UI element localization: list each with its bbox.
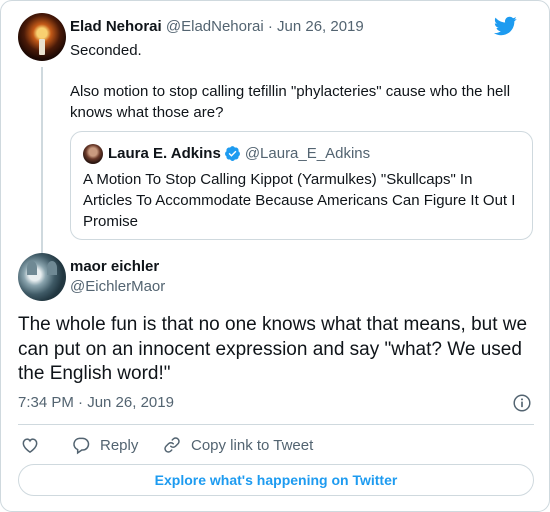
main-tweet-text: The whole fun is that no one knows what … xyxy=(18,314,528,384)
explore-button[interactable]: Explore what's happening on Twitter xyxy=(18,464,534,496)
quoted-tweet[interactable]: Laura E. Adkins @Laura_E_Adkins A Motion… xyxy=(70,131,533,240)
verified-badge-icon xyxy=(224,146,240,161)
candle-image xyxy=(39,39,45,55)
author-handle[interactable]: @EichlerMaor xyxy=(70,278,165,295)
author-handle: @Laura_E_Adkins xyxy=(244,145,371,162)
tweet-paragraph: Seconded. xyxy=(70,42,142,59)
author-name[interactable]: Elad Nehorai xyxy=(70,18,162,35)
avatar[interactable] xyxy=(18,253,66,301)
quoted-tweet-text: A Motion To Stop Calling Kippot (Yarmulk… xyxy=(83,171,516,230)
link-icon xyxy=(164,437,180,453)
divider xyxy=(18,424,534,425)
tweet-embed-card: Elad Nehorai @EladNehorai · Jun 26, 2019… xyxy=(0,0,550,512)
tweet-paragraph: Also motion to stop calling tefillin "ph… xyxy=(70,83,511,121)
reply-button[interactable]: Reply xyxy=(71,433,138,457)
quoted-tweet-header: Laura E. Adkins @Laura_E_Adkins xyxy=(108,145,370,162)
avatar-detail xyxy=(47,261,57,275)
tweet-timestamp[interactable]: 7:34 PM · Jun 26, 2019 xyxy=(18,394,174,411)
parent-tweet-text: Seconded. Also motion to stop calling te… xyxy=(70,40,530,123)
reply-label: Reply xyxy=(100,436,139,454)
separator: · xyxy=(267,18,273,35)
like-button[interactable] xyxy=(20,433,40,457)
author-handle[interactable]: @EladNehorai xyxy=(166,18,264,35)
copy-link-label: Copy link to Tweet xyxy=(191,436,314,454)
tweet-date[interactable]: Jun 26, 2019 xyxy=(277,18,364,35)
heart-icon xyxy=(22,438,38,453)
twitter-bird-icon[interactable] xyxy=(493,14,517,38)
avatar-detail xyxy=(27,261,37,275)
parent-tweet-header: Elad Nehorai @EladNehorai · Jun 26, 2019 xyxy=(70,18,364,35)
copy-link-button[interactable]: Copy link to Tweet xyxy=(162,433,313,457)
thread-line xyxy=(41,67,43,253)
author-name: Laura E. Adkins xyxy=(108,145,221,162)
avatar xyxy=(83,144,103,164)
reply-bubble-icon xyxy=(73,437,90,455)
avatar[interactable] xyxy=(18,13,66,61)
author-name[interactable]: maor eichler xyxy=(70,258,159,275)
info-icon[interactable] xyxy=(511,392,533,414)
